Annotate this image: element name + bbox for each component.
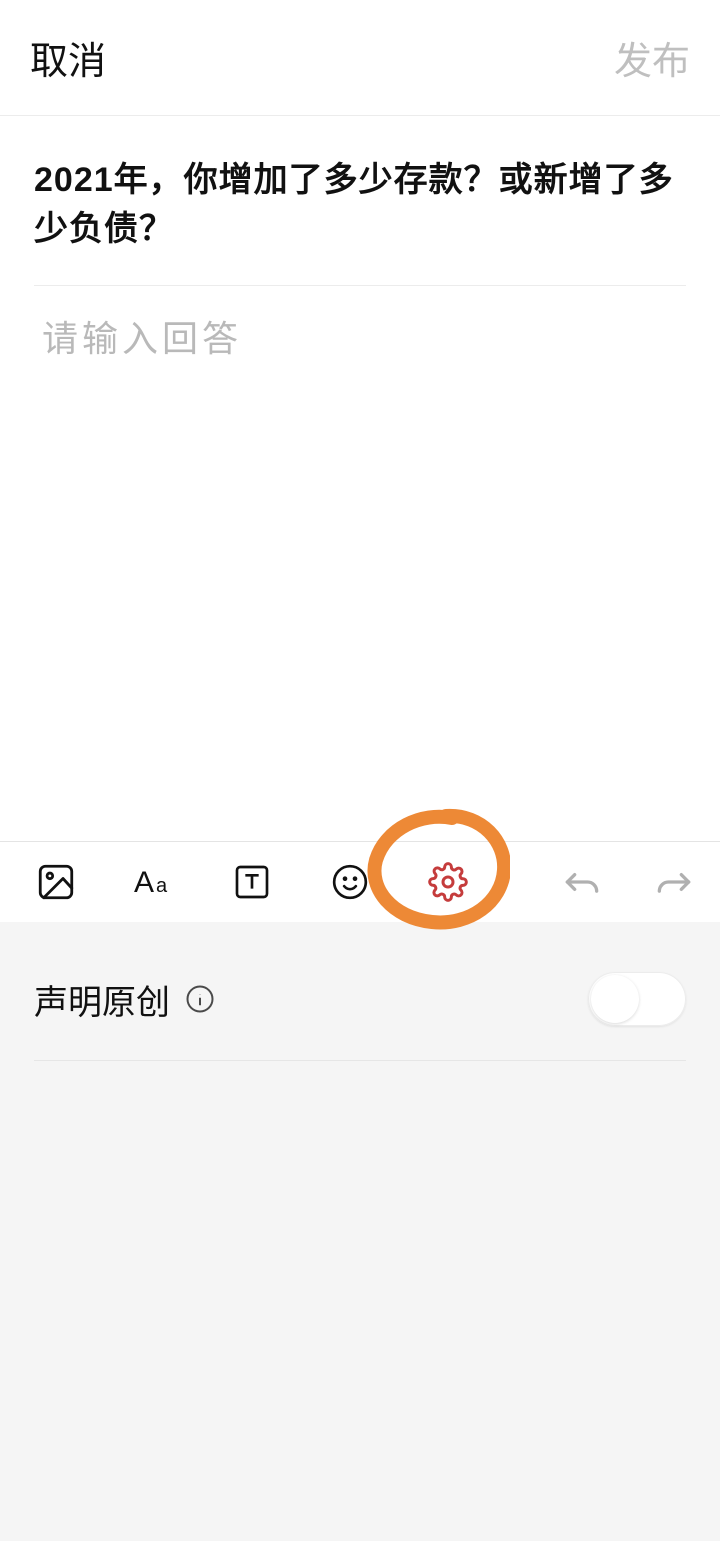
text-style-icon[interactable]: A a — [132, 860, 176, 904]
emoji-icon[interactable] — [328, 860, 372, 904]
editor-toolbar: A a — [0, 841, 720, 922]
answer-placeholder: 请输入回答 — [42, 318, 242, 359]
content-area: 2021年，你增加了多少存款？或新增了多少负债？ 请输入回答 — [0, 116, 720, 362]
cancel-button[interactable]: 取消 — [30, 30, 106, 85]
svg-text:a: a — [156, 875, 168, 897]
toggle-knob — [591, 975, 639, 1023]
toolbar-right-group — [560, 860, 696, 904]
svg-text:A: A — [134, 866, 154, 899]
publish-button[interactable]: 发布 — [614, 30, 690, 85]
gear-icon[interactable] — [426, 860, 470, 904]
editor-space[interactable] — [0, 362, 720, 842]
question-title: 2021年，你增加了多少存款？或新增了多少负债？ — [34, 156, 686, 286]
answer-input[interactable]: 请输入回答 — [34, 286, 686, 362]
original-label-text: 声明原创 — [34, 975, 170, 1024]
original-toggle[interactable] — [588, 972, 686, 1026]
original-declaration-label: 声明原创 — [34, 975, 216, 1024]
image-icon[interactable] — [34, 860, 78, 904]
original-declaration-row: 声明原创 — [34, 954, 686, 1061]
header: 取消 发布 — [0, 0, 720, 116]
text-box-icon[interactable] — [230, 860, 274, 904]
info-icon[interactable] — [184, 983, 216, 1015]
toolbar-left-group: A a — [34, 860, 470, 904]
undo-icon[interactable] — [560, 860, 604, 904]
redo-icon[interactable] — [652, 860, 696, 904]
settings-panel: 声明原创 — [0, 922, 720, 1541]
